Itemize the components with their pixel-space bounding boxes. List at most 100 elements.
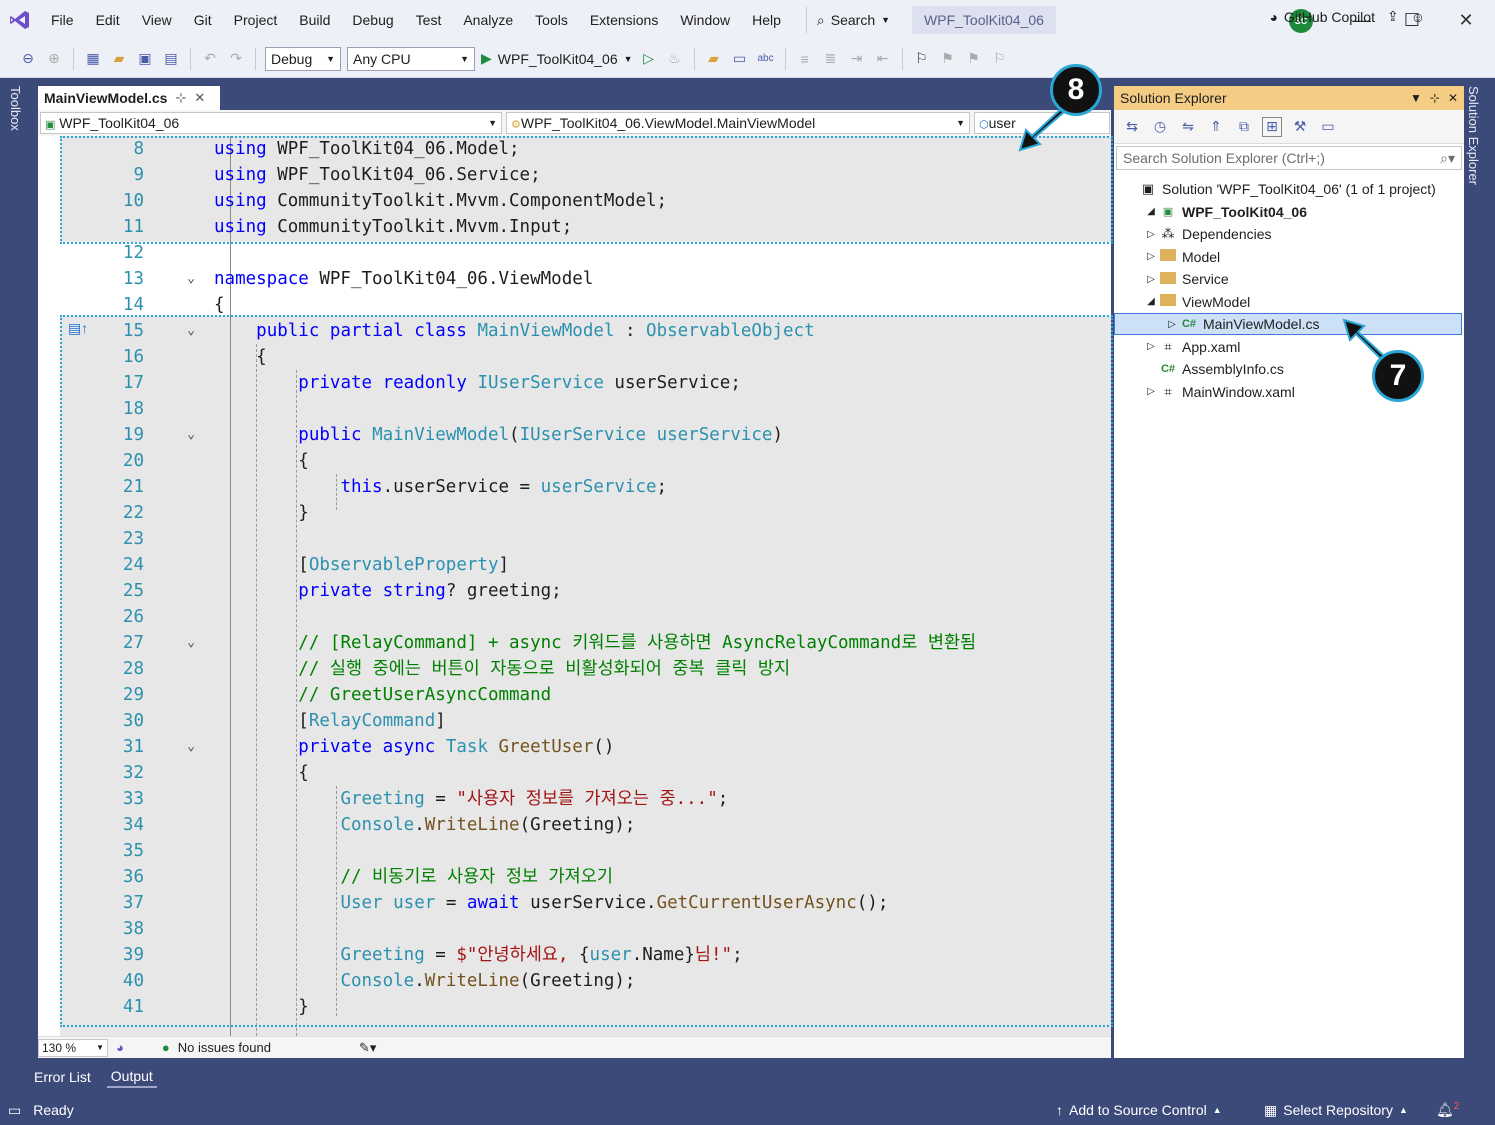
- code-editor[interactable]: 8 using WPF_ToolKit04_06.Model; 9 using WPF…: [38, 136, 1111, 1036]
- solution-explorer-search[interactable]: Search Solution Explorer (Ctrl+;) ⌕▾: [1116, 146, 1462, 170]
- menu-item-analyze[interactable]: Analyze: [452, 0, 524, 40]
- configuration-dropdown[interactable]: Debug ▼: [265, 46, 341, 71]
- collapsed-arrow-icon[interactable]: ▷: [1144, 229, 1158, 240]
- code-line[interactable]: 34 Console.WriteLine(Greeting);: [38, 812, 1111, 838]
- code-line[interactable]: 28 // 실행 중에는 버튼이 자동으로 비활성화되어 중복 클릭 방지: [38, 656, 1111, 682]
- code-line[interactable]: 29 // GreetUserAsyncCommand: [38, 682, 1111, 708]
- collapse-all-icon[interactable]: ⇑: [1206, 117, 1226, 137]
- search-button[interactable]: ⌕ Search ▼: [805, 7, 900, 33]
- expanded-arrow-icon[interactable]: ◢: [1144, 296, 1158, 307]
- code-line[interactable]: 40 Console.WriteLine(Greeting);: [38, 968, 1111, 994]
- expanded-arrow-icon[interactable]: ◢: [1144, 206, 1158, 217]
- code-line[interactable]: 38: [38, 916, 1111, 942]
- properties-icon[interactable]: ⚒: [1290, 117, 1310, 137]
- document-tab[interactable]: MainViewModel.cs ⊹ ✕: [38, 86, 220, 110]
- spell-check-icon[interactable]: abc: [756, 49, 776, 69]
- add-to-source-control-button[interactable]: ↑ Add to Source Control ▲: [1056, 1102, 1222, 1118]
- pin-icon[interactable]: ⊹: [175, 90, 186, 106]
- close-window-icon[interactable]: ✕: [1439, 0, 1493, 40]
- next-bookmark-icon[interactable]: ⚑: [964, 49, 984, 69]
- fold-chevron-icon[interactable]: ⌄: [182, 734, 200, 760]
- close-icon[interactable]: ✕: [194, 90, 205, 106]
- open-file-icon[interactable]: ▰: [109, 49, 129, 69]
- code-line[interactable]: 23: [38, 526, 1111, 552]
- platform-dropdown[interactable]: Any CPU ▼: [347, 46, 475, 71]
- code-line[interactable]: 31 ⌄ private async Task GreetUser(): [38, 734, 1111, 760]
- switch-views-icon[interactable]: ⇆: [1122, 117, 1142, 137]
- outdent-icon[interactable]: ⇤: [873, 49, 893, 69]
- menu-item-build[interactable]: Build: [288, 0, 341, 40]
- tree-item[interactable]: ◢ ViewModel: [1114, 291, 1462, 313]
- previous-bookmark-icon[interactable]: ⚑: [938, 49, 958, 69]
- code-line[interactable]: 39 Greeting = $"안녕하세요, {user.Name}님!";: [38, 942, 1111, 968]
- tree-item[interactable]: ▷ ⁂ Dependencies: [1114, 223, 1462, 245]
- code-line[interactable]: 36 // 비동기로 사용자 정보 가져오기: [38, 864, 1111, 890]
- share-icon[interactable]: ⇪: [1387, 8, 1399, 25]
- fold-chevron-icon[interactable]: ⌄: [182, 422, 200, 448]
- code-line[interactable]: 25 private string? greeting;: [38, 578, 1111, 604]
- navigate-forward-icon[interactable]: ⊕: [44, 49, 64, 69]
- dropdown-menu-icon[interactable]: ▼: [1410, 91, 1422, 105]
- pin-icon[interactable]: ⊹: [1430, 91, 1440, 105]
- menu-item-view[interactable]: View: [131, 0, 183, 40]
- collapsed-arrow-icon[interactable]: ▷: [1144, 274, 1158, 285]
- new-project-icon[interactable]: ▦: [83, 49, 103, 69]
- menu-item-project[interactable]: Project: [223, 0, 289, 40]
- select-repository-button[interactable]: ▦ Select Repository ▲: [1264, 1102, 1408, 1119]
- uncomment-icon[interactable]: ≣: [821, 49, 841, 69]
- redo-icon[interactable]: ↷: [226, 49, 246, 69]
- bookmark-icon[interactable]: ⚐: [912, 49, 932, 69]
- menu-item-help[interactable]: Help: [741, 0, 792, 40]
- code-line[interactable]: 13 ⌄ namespace WPF_ToolKit04_06.ViewModel: [38, 266, 1111, 292]
- code-line[interactable]: 24 [ObservableProperty]: [38, 552, 1111, 578]
- preview-icon[interactable]: ▭: [1318, 117, 1338, 137]
- tree-item[interactable]: ▷ Model: [1114, 246, 1462, 268]
- code-line[interactable]: 19 ⌄ public MainViewModel(IUserService us…: [38, 422, 1111, 448]
- start-debugging-button[interactable]: ▶ WPF_ToolKit04_06 ▼: [481, 50, 633, 67]
- code-line[interactable]: 11 using CommunityToolkit.Mvvm.Input;: [38, 214, 1111, 240]
- tab-output[interactable]: Output: [106, 1066, 157, 1088]
- save-icon[interactable]: ▣: [135, 49, 155, 69]
- toolbox-tab[interactable]: Toolbox: [8, 86, 23, 131]
- zoom-dropdown[interactable]: 130 % ▼: [38, 1038, 108, 1057]
- hot-reload-icon[interactable]: ♨: [665, 49, 685, 69]
- code-line[interactable]: 22 }: [38, 500, 1111, 526]
- menu-item-extensions[interactable]: Extensions: [579, 0, 669, 40]
- close-icon[interactable]: ✕: [1448, 91, 1458, 105]
- show-all-files-icon[interactable]: ⧉: [1234, 117, 1254, 137]
- code-line[interactable]: 17 private readonly IUserService userSer…: [38, 370, 1111, 396]
- code-line[interactable]: 14 {: [38, 292, 1111, 318]
- tab-error-list[interactable]: Error List: [30, 1067, 95, 1087]
- menu-item-edit[interactable]: Edit: [85, 0, 131, 40]
- tree-item[interactable]: ▣ Solution 'WPF_ToolKit04_06' (1 of 1 pro…: [1114, 178, 1462, 200]
- code-line[interactable]: 10 using CommunityToolkit.Mvvm.ComponentM…: [38, 188, 1111, 214]
- notifications-bell-icon[interactable]: 🔔︎2: [1436, 1101, 1459, 1119]
- start-without-debugging-icon[interactable]: ▷: [639, 49, 659, 69]
- code-line[interactable]: 35: [38, 838, 1111, 864]
- save-all-icon[interactable]: ▤: [161, 49, 181, 69]
- collapsed-arrow-icon[interactable]: ▷: [1144, 386, 1158, 397]
- class-dropdown[interactable]: ⚙WPF_ToolKit04_06.ViewModel.MainViewMode…: [506, 112, 970, 134]
- menu-item-file[interactable]: File: [40, 0, 85, 40]
- code-line[interactable]: 26: [38, 604, 1111, 630]
- menu-item-test[interactable]: Test: [405, 0, 453, 40]
- menu-item-window[interactable]: Window: [669, 0, 741, 40]
- tree-item[interactable]: ◢ ▣ WPF_ToolKit04_06: [1114, 201, 1462, 223]
- collapsed-arrow-icon[interactable]: ▷: [1144, 251, 1158, 262]
- pending-changes-icon[interactable]: ◷: [1150, 117, 1170, 137]
- code-cleanup-icon[interactable]: ✎▾: [359, 1040, 376, 1056]
- visual-studio-logo-icon[interactable]: [0, 0, 40, 40]
- code-line[interactable]: 15 ⌄ public partial class MainViewModel :…: [38, 318, 1111, 344]
- code-line[interactable]: 33 Greeting = "사용자 정보를 가져오는 중...";: [38, 786, 1111, 812]
- menu-item-debug[interactable]: Debug: [341, 0, 404, 40]
- code-line[interactable]: 27 ⌄ // [RelayCommand] + async 키워드를 사용하면 …: [38, 630, 1111, 656]
- code-line[interactable]: 41 }: [38, 994, 1111, 1020]
- code-line[interactable]: 12: [38, 240, 1111, 266]
- github-copilot-button[interactable]: ◕ GitHub Copilot ⇪ ☺: [1269, 8, 1425, 25]
- code-line[interactable]: 8 using WPF_ToolKit04_06.Model;: [38, 136, 1111, 162]
- clear-bookmarks-icon[interactable]: ⚐: [990, 49, 1010, 69]
- code-line[interactable]: 9 using WPF_ToolKit04_06.Service;: [38, 162, 1111, 188]
- notification-area-icon[interactable]: ▭: [8, 1102, 21, 1119]
- sync-icon[interactable]: ⇋: [1178, 117, 1198, 137]
- copilot-status-icon[interactable]: ◕: [116, 1040, 124, 1055]
